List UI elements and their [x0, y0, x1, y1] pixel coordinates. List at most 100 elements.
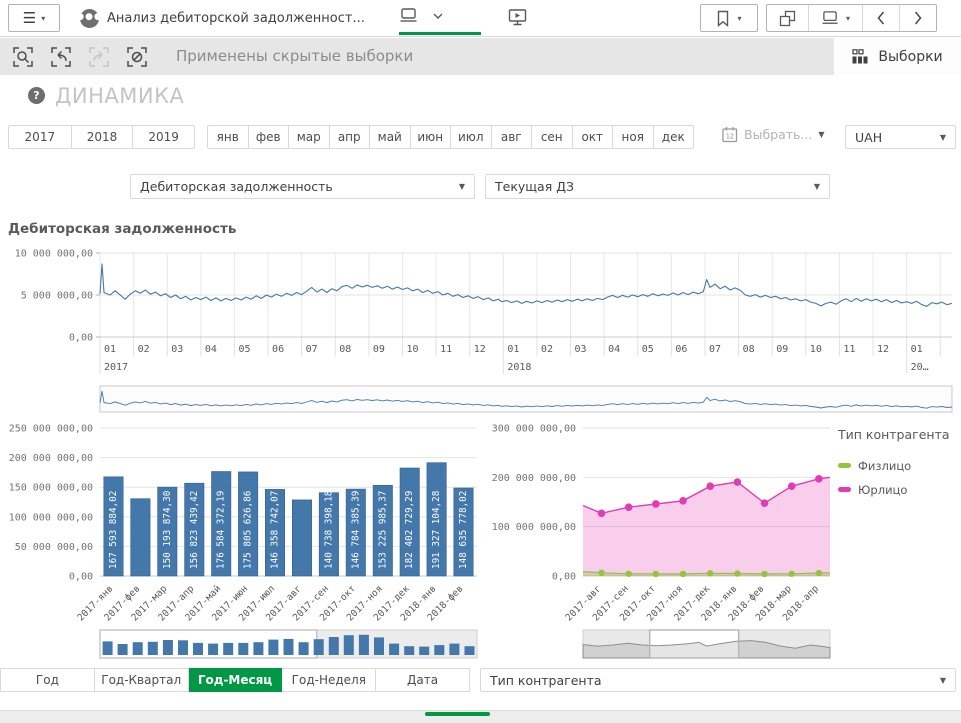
month-button-июн[interactable]: июн: [410, 126, 451, 148]
selections-grid-icon: [852, 49, 868, 64]
point-fiz-2018-фев[interactable]: [761, 571, 767, 577]
hidden-selections-message: Применены скрытые выборки: [176, 47, 413, 65]
selection-tools: [4, 38, 156, 75]
tab-Дата[interactable]: Дата: [376, 668, 470, 692]
legend-marker-Юрлицо[interactable]: [838, 487, 851, 492]
svg-text:12: 12: [726, 133, 734, 141]
measure-select[interactable]: Дебиторская задолженность ▼: [130, 174, 475, 199]
help-icon[interactable]: ?: [28, 87, 45, 104]
navigator-mini-bar: [359, 635, 369, 655]
contractor-type-select[interactable]: Тип контрагента ▼: [480, 668, 956, 692]
point-fiz-2017-окт[interactable]: [653, 571, 659, 577]
tab-Год-Квартал[interactable]: Год-Квартал: [95, 668, 189, 692]
chevron-right-icon: [912, 10, 924, 26]
point-fiz-2017-дек[interactable]: [707, 570, 713, 576]
month-button-мар[interactable]: мар: [288, 126, 329, 148]
legend-label-Юрлицо: Юрлицо: [858, 483, 907, 497]
main-menu-button[interactable]: ☰ ▾: [8, 4, 60, 32]
currency-select[interactable]: UAH ▼: [845, 125, 956, 149]
tab-Год-Месяц[interactable]: Год-Месяц: [189, 668, 283, 692]
x-month-label: 08: [743, 344, 755, 355]
point-fiz-2017-ноя[interactable]: [680, 571, 686, 577]
month-button-дек[interactable]: дек: [653, 126, 694, 148]
bar-2017-фев[interactable]: [131, 499, 150, 576]
line-chart-navigator[interactable]: [100, 386, 952, 412]
point-fiz-2018-апр[interactable]: [816, 570, 822, 576]
tab-Год-Неделя[interactable]: Год-Неделя: [282, 668, 376, 692]
legend-marker-Физлицо[interactable]: [838, 463, 851, 468]
navigator-mini-bar: [329, 637, 339, 655]
month-button-май[interactable]: май: [369, 126, 410, 148]
month-button-авг[interactable]: авг: [491, 126, 532, 148]
chevron-down-icon: ▾: [737, 14, 741, 23]
navigator-mini-bar: [299, 642, 309, 655]
bar-2017-авг[interactable]: [292, 500, 311, 576]
x-month-label: 07: [306, 344, 318, 355]
navigator-mini-bar: [434, 645, 444, 655]
month-button-сен[interactable]: сен: [531, 126, 572, 148]
month-button-ноя[interactable]: ноя: [612, 126, 653, 148]
navigator-mini-bar: [389, 644, 399, 655]
bar-value-label: 146 784 385,39: [350, 491, 361, 569]
selections-tool-button[interactable]: Выборки: [834, 38, 961, 75]
point-jur-2017-окт[interactable]: [652, 500, 660, 508]
navigator-mini-bar: [284, 639, 294, 655]
y-tick-label: 200 000 000,00: [9, 453, 93, 464]
x-month-label: 04: [608, 344, 620, 355]
app-icon[interactable]: ●●●: [80, 9, 99, 28]
month-button-янв[interactable]: янв: [208, 126, 248, 148]
month-button-окт[interactable]: окт: [572, 126, 613, 148]
previous-sheet-button[interactable]: [862, 5, 899, 31]
clear-selections-button[interactable]: [118, 38, 156, 75]
detail-select[interactable]: Текущая ДЗ ▼: [485, 174, 830, 199]
point-jur-2017-дек[interactable]: [706, 482, 714, 490]
bar-value-label: 175 805 626,86: [243, 491, 254, 569]
x-month-label: 09: [373, 344, 385, 355]
month-filter-group: янвфевмарапрмайиюниюлавгсеноктноядек: [207, 125, 694, 149]
navigator-mini-bar: [193, 643, 203, 655]
year-button-2018[interactable]: 2018: [71, 126, 133, 148]
point-jur-2018-фев[interactable]: [761, 499, 769, 507]
currency-value: UAH: [855, 130, 882, 145]
duplicate-sheet-button[interactable]: [767, 5, 808, 31]
bookmarks-button[interactable]: ▾: [700, 4, 758, 32]
bar-value-label: 146 358 742,07: [270, 491, 281, 569]
month-button-фев[interactable]: фев: [248, 126, 289, 148]
step-forward-button[interactable]: [80, 38, 118, 75]
page-title: ДИНАМИКА: [55, 84, 184, 108]
year-button-2017[interactable]: 2017: [9, 126, 71, 148]
point-fiz-2017-сен[interactable]: [625, 571, 631, 577]
copy-icon: [779, 10, 796, 27]
point-fiz-2018-янв[interactable]: [734, 570, 740, 576]
bar-value-label: 191 327 104,28: [431, 491, 442, 569]
step-back-button[interactable]: [42, 38, 80, 75]
date-picker[interactable]: 12 Выбрать... ▼: [722, 126, 824, 143]
point-jur-2018-мар[interactable]: [788, 482, 796, 490]
point-jur-2017-авг[interactable]: [598, 510, 606, 518]
point-fiz-2017-авг[interactable]: [598, 570, 604, 576]
point-jur-2018-апр[interactable]: [815, 475, 823, 483]
tab-Год[interactable]: Год: [0, 668, 95, 692]
sheet-list-button[interactable]: ▾: [808, 5, 862, 31]
point-jur-2018-янв[interactable]: [734, 478, 742, 486]
chevron-down-icon: ▼: [814, 182, 820, 191]
sheet-selector[interactable]: [399, 7, 443, 25]
next-sheet-button[interactable]: [899, 5, 936, 31]
year-button-2019[interactable]: 2019: [132, 126, 194, 148]
x-year-label: 20…: [911, 362, 929, 373]
presentation-mode-button[interactable]: [508, 8, 528, 32]
point-jur-2017-ноя[interactable]: [679, 497, 687, 505]
month-button-июл[interactable]: июл: [450, 126, 491, 148]
hamburger-icon: ☰: [23, 11, 36, 26]
bottom-scrollbar-thumb[interactable]: [425, 712, 490, 716]
search-icon: [12, 46, 34, 68]
contractor-type-value: Тип контрагента: [490, 673, 602, 688]
x-month-label: 01: [104, 344, 116, 355]
smart-search-button[interactable]: [4, 38, 42, 75]
x-month-label: 05: [238, 344, 250, 355]
point-fiz-2018-мар[interactable]: [789, 571, 795, 577]
calendar-icon: 12: [722, 126, 738, 143]
point-jur-2017-сен[interactable]: [625, 503, 633, 511]
month-button-апр[interactable]: апр: [329, 126, 370, 148]
y-tick-label: 200 000 000,00: [492, 473, 576, 484]
